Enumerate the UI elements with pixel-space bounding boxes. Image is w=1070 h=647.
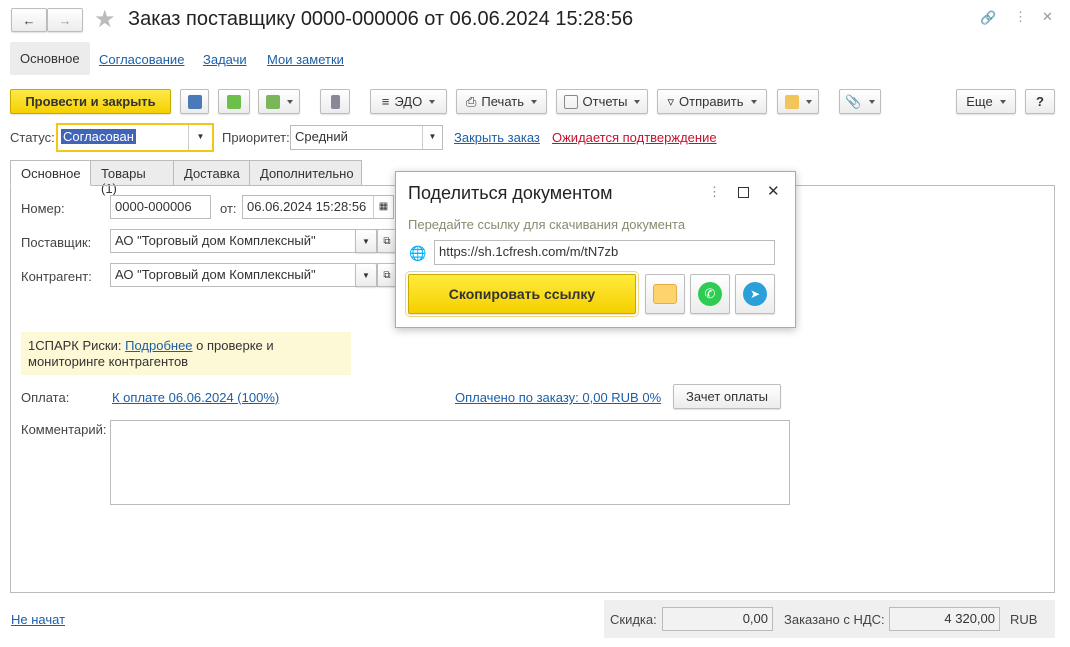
menu-dots-icon[interactable]: ⋮ xyxy=(1014,9,1027,25)
payment-link[interactable]: К оплате 06.06.2024 (100%) xyxy=(112,390,279,405)
tasks-button[interactable] xyxy=(777,89,819,114)
supplier-field[interactable]: АО "Торговый дом Комплексный" xyxy=(110,229,380,253)
popup-hint: Передайте ссылку для скачивания документ… xyxy=(408,217,686,232)
spark-risks-banner: 1СПАРК Риски: Подробнее о проверке и мон… xyxy=(21,332,351,375)
send-icon: ▿ xyxy=(667,93,675,109)
close-icon[interactable]: ✕ xyxy=(1042,9,1053,25)
discount-label: Скидка: xyxy=(610,612,657,627)
nav-tab-approval[interactable]: Согласование xyxy=(99,52,184,67)
state-link[interactable]: Не начат xyxy=(11,612,65,627)
printer-icon: ⎙ xyxy=(466,93,477,109)
paid-link[interactable]: Оплачено по заказу: 0,00 RUB 0% xyxy=(455,390,661,405)
save-icon xyxy=(187,94,202,109)
supplier-label: Поставщик: xyxy=(21,235,92,250)
copy-link-button[interactable]: Скопировать ссылку xyxy=(405,271,639,317)
date-field[interactable]: 06.06.2024 15:28:56 ▦ xyxy=(242,195,394,219)
payment-offset-button[interactable]: Зачет оплаты xyxy=(673,384,781,409)
number-field[interactable]: 0000-000006 xyxy=(110,195,211,219)
close-popup-icon[interactable]: ✕ xyxy=(767,182,780,200)
supplier-open-button[interactable]: ⧉ xyxy=(377,229,397,253)
save-button[interactable] xyxy=(180,89,209,114)
structure-button[interactable] xyxy=(320,89,350,114)
post-button[interactable] xyxy=(218,89,250,114)
telegram-icon: ➤ xyxy=(743,282,767,306)
form-tab-goods[interactable]: Товары (1) xyxy=(90,160,174,196)
print-button[interactable]: ⎙ Печать xyxy=(456,89,547,114)
send-button[interactable]: ▿ Отправить xyxy=(657,89,767,114)
create-based-icon xyxy=(265,94,280,109)
paperclip-icon: 📎 xyxy=(845,93,862,109)
whatsapp-icon: ✆ xyxy=(698,282,722,306)
maximize-icon[interactable] xyxy=(738,187,749,198)
create-based-button[interactable] xyxy=(258,89,300,114)
counterparty-label: Контрагент: xyxy=(21,269,92,284)
page-title: Заказ поставщику 0000-000006 от 06.06.20… xyxy=(128,8,634,30)
link-icon[interactable]: 🔗 xyxy=(980,10,996,26)
edo-icon: ≡ xyxy=(381,94,390,109)
share-telegram-button[interactable]: ➤ xyxy=(735,274,775,314)
payment-label: Оплата: xyxy=(21,390,70,405)
comment-label: Комментарий: xyxy=(21,422,107,437)
form-tab-main[interactable]: Основное xyxy=(10,160,91,186)
post-icon xyxy=(227,94,241,109)
counterparty-dropdown-button[interactable]: ▼ xyxy=(355,263,377,287)
back-button[interactable]: ← xyxy=(11,8,47,32)
share-email-button[interactable] xyxy=(645,274,685,314)
ordered-label: Заказано с НДС: xyxy=(784,612,885,627)
popup-title: Поделиться документом xyxy=(408,183,613,203)
date-from-label: от: xyxy=(220,201,237,216)
discount-field: 0,00 xyxy=(662,607,773,631)
more-button[interactable]: Еще xyxy=(956,89,1016,114)
nav-tab-tasks[interactable]: Задачи xyxy=(203,52,247,67)
spark-details-link[interactable]: Подробнее xyxy=(125,338,192,353)
forward-button[interactable]: → xyxy=(47,8,83,32)
priority-label: Приоритет: xyxy=(222,130,290,145)
number-label: Номер: xyxy=(21,201,65,216)
share-url-field[interactable]: https://sh.1cfresh.com/m/tN7zb xyxy=(434,240,775,265)
status-select[interactable]: Согласован ▼ xyxy=(56,123,214,152)
supplier-dropdown-button[interactable]: ▼ xyxy=(355,229,377,253)
close-order-link[interactable]: Закрыть заказ xyxy=(454,130,540,145)
form-tab-delivery[interactable]: Доставка xyxy=(173,160,250,186)
ordered-field: 4 320,00 xyxy=(889,607,1000,631)
list-icon xyxy=(330,94,340,109)
edo-button[interactable]: ≡ ЭДО xyxy=(370,89,447,114)
awaiting-confirmation-link[interactable]: Ожидается подтверждение xyxy=(552,130,717,145)
share-whatsapp-button[interactable]: ✆ xyxy=(690,274,730,314)
status-label: Статус: xyxy=(10,130,55,145)
priority-select[interactable]: Средний ▼ xyxy=(290,125,443,150)
nav-tab-main[interactable]: Основное xyxy=(10,42,90,75)
calendar-icon[interactable]: ▦ xyxy=(373,196,393,218)
share-popup: Поделиться документом ⋮ ✕ Передайте ссыл… xyxy=(395,171,796,328)
counterparty-field[interactable]: АО "Торговый дом Комплексный" xyxy=(110,263,380,287)
popup-menu-icon[interactable]: ⋮ xyxy=(708,184,721,200)
post-and-close-button[interactable]: Провести и закрыть xyxy=(10,89,171,114)
document-clock-icon xyxy=(784,94,799,109)
reports-button[interactable]: Отчеты xyxy=(556,89,648,114)
help-button[interactable]: ? xyxy=(1025,89,1055,114)
envelope-icon xyxy=(653,284,677,304)
nav-tab-notes[interactable]: Мои заметки xyxy=(267,52,344,67)
globe-link-icon: 🌐 xyxy=(409,245,427,261)
currency-label: RUB xyxy=(1010,612,1038,627)
comment-textarea[interactable] xyxy=(110,420,790,505)
report-icon xyxy=(563,94,578,109)
counterparty-open-button[interactable]: ⧉ xyxy=(377,263,397,287)
attach-button[interactable]: 📎 xyxy=(839,89,881,114)
form-tab-additional[interactable]: Дополнительно xyxy=(249,160,362,186)
chevron-down-icon[interactable]: ▼ xyxy=(188,125,212,150)
chevron-down-icon[interactable]: ▼ xyxy=(422,126,442,149)
favorite-star-icon[interactable]: ★ xyxy=(94,5,116,34)
